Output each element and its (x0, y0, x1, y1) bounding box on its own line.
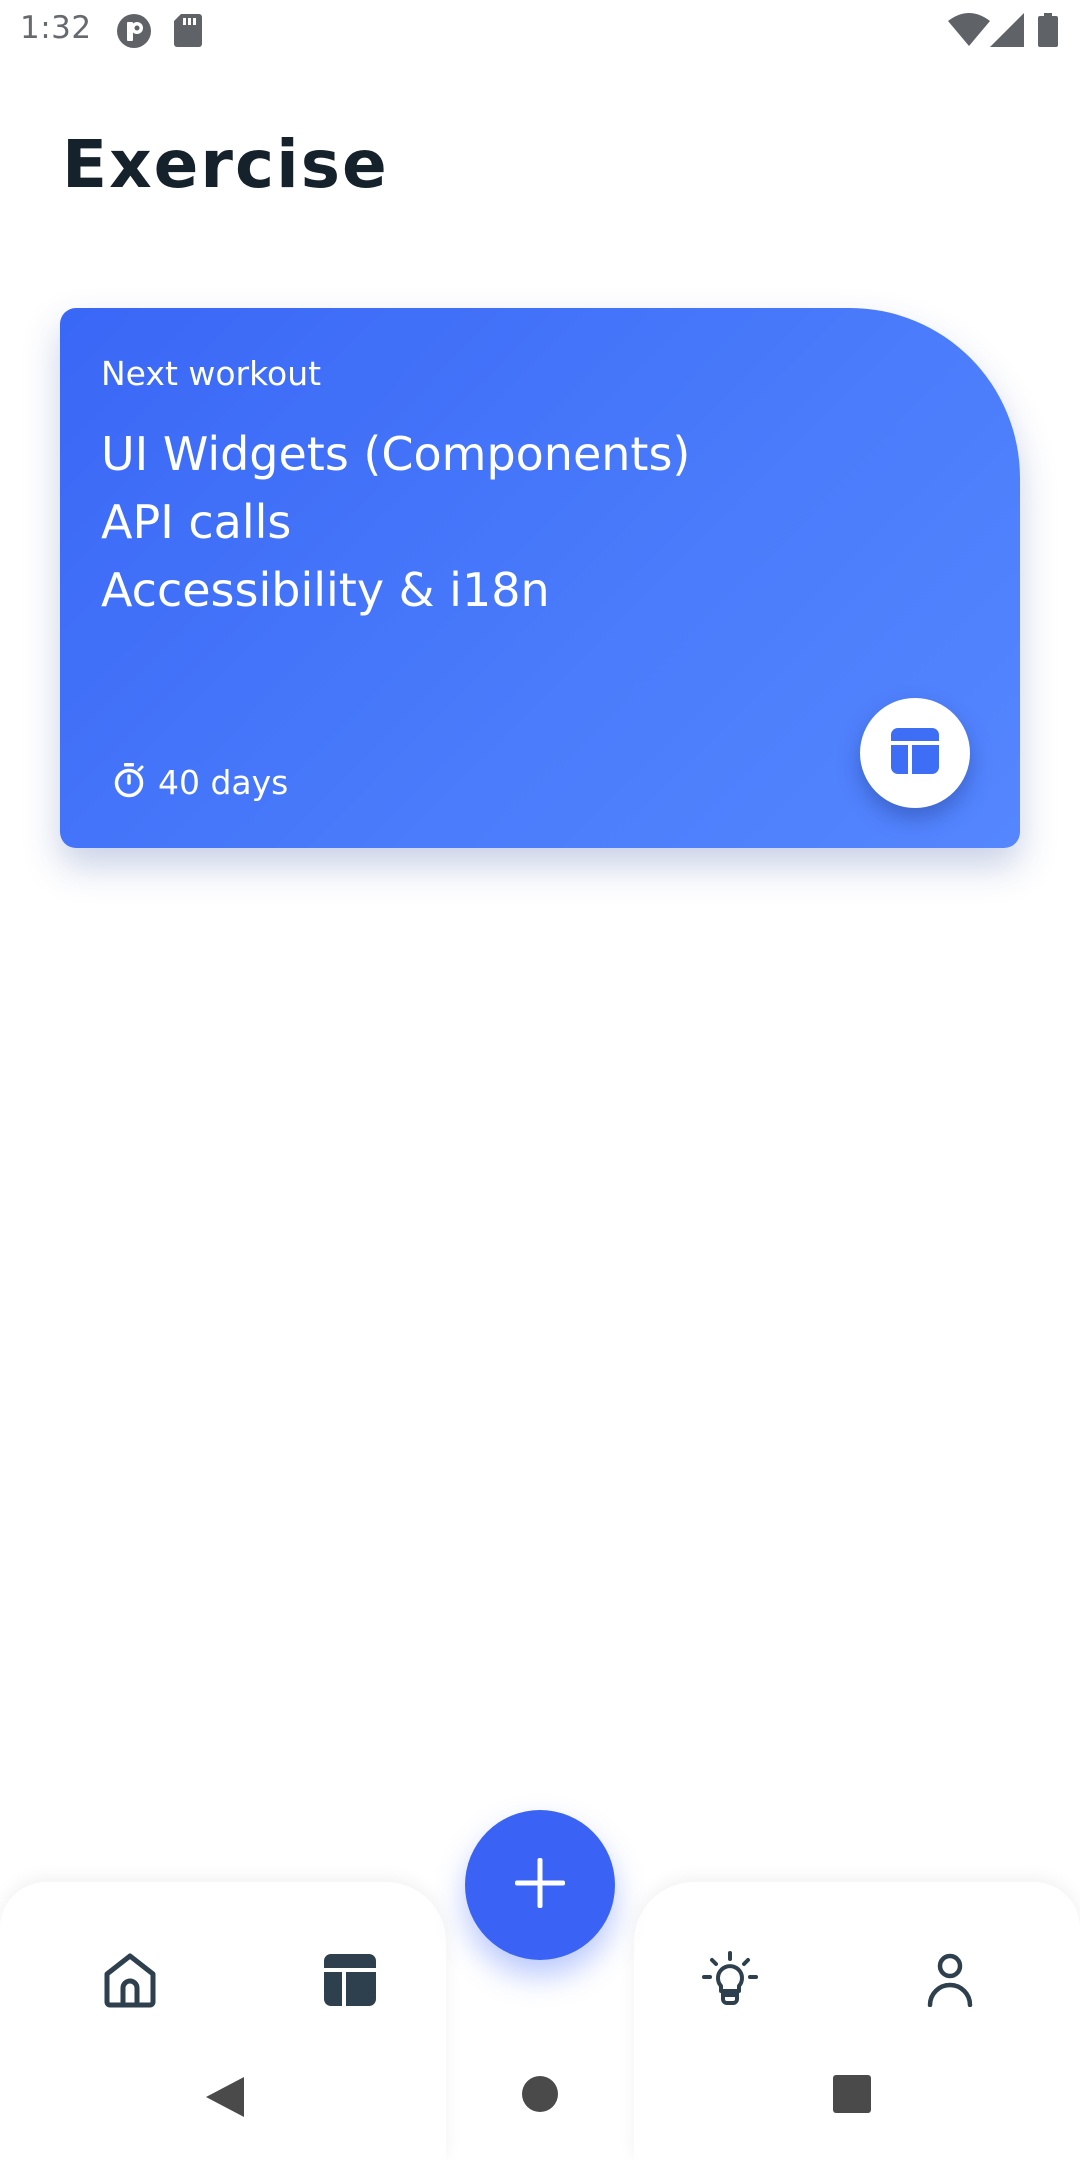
nav-item-tips[interactable] (690, 1942, 770, 2022)
home-icon (103, 1952, 157, 2012)
home-circle-icon[interactable] (521, 2075, 559, 2117)
page-title: Exercise (62, 126, 389, 203)
app-notification-icon (116, 13, 152, 53)
status-bar: 1:32 (0, 0, 1080, 63)
dashboard-icon (324, 1954, 376, 2010)
workout-timer: 40 days (112, 762, 288, 802)
card-kicker: Next workout (101, 354, 322, 393)
next-workout-card[interactable]: Next workout UI Widgets (Components) API… (60, 308, 1020, 848)
wifi-icon (948, 13, 990, 51)
system-navigation-bar (0, 2040, 1080, 2160)
add-workout-button[interactable] (465, 1810, 615, 1960)
stopwatch-icon (112, 762, 146, 802)
cell-signal-icon (990, 13, 1024, 51)
workout-topic-list: UI Widgets (Components) API calls Access… (101, 420, 690, 624)
dashboard-icon (891, 728, 939, 778)
open-workout-button[interactable] (860, 698, 970, 808)
battery-icon (1038, 13, 1058, 51)
back-icon[interactable] (206, 2075, 246, 2123)
status-time: 1:32 (20, 10, 92, 46)
profile-icon (926, 1953, 974, 2011)
nav-item-home[interactable] (90, 1942, 170, 2022)
plus-icon (515, 1858, 565, 1912)
workout-topic: UI Widgets (Components) (101, 427, 691, 481)
nav-item-profile[interactable] (910, 1942, 990, 2022)
sd-card-icon (174, 13, 202, 51)
nav-item-workouts[interactable] (310, 1942, 390, 2022)
workout-topic: API calls (101, 495, 292, 549)
recents-icon[interactable] (833, 2075, 871, 2117)
timer-label: 40 days (158, 762, 289, 802)
lightbulb-icon (701, 1951, 759, 2013)
workout-topic: Accessibility & i18n (101, 563, 550, 617)
